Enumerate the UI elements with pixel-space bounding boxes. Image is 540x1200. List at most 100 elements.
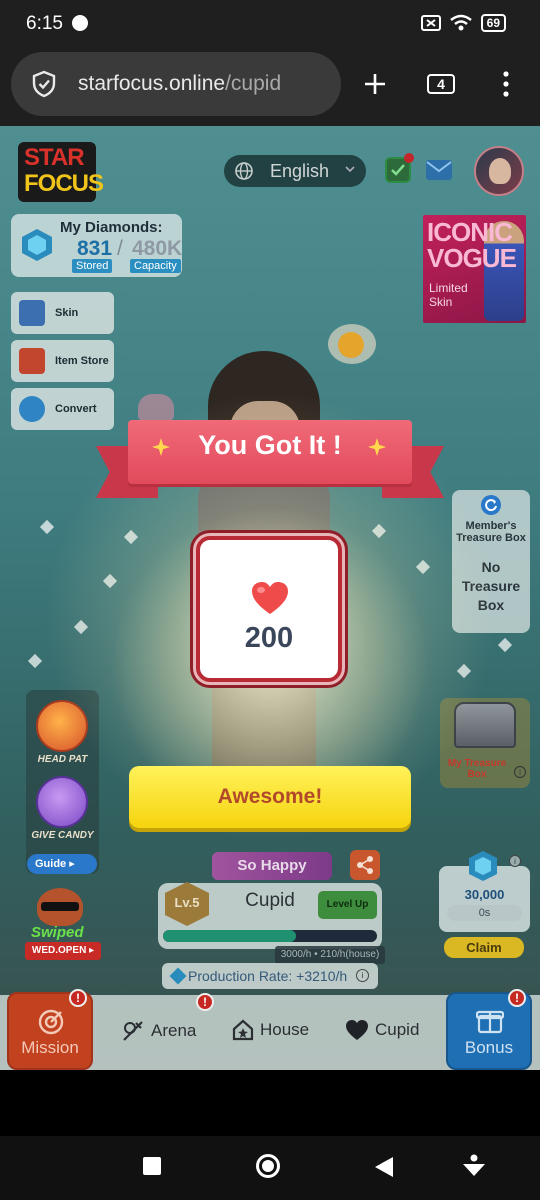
sparkle-icon: [39, 519, 55, 535]
logo-line1: STAR: [24, 144, 85, 171]
reward-title: You Got It !: [198, 430, 342, 460]
give-candy-button[interactable]: [36, 776, 88, 828]
head-pat-button[interactable]: [36, 700, 88, 752]
level-progress-bar: [163, 930, 377, 942]
target-icon: [38, 1009, 64, 1035]
info-icon[interactable]: i: [509, 855, 521, 867]
recents-icon[interactable]: [142, 1156, 162, 1176]
globe-icon: [235, 162, 253, 180]
guide-button[interactable]: Guide ▸: [27, 854, 97, 874]
status-bar: 6:15 69: [0, 0, 540, 48]
language-select[interactable]: English: [224, 155, 366, 187]
game-viewport: STAR FOCUS English My Diamonds: 831 / 48…: [0, 126, 540, 1070]
diamonds-card: My Diamonds: 831 / 480K Stored Capacity: [11, 214, 182, 277]
promo-subtitle: Limited Skin: [429, 281, 468, 309]
back-icon[interactable]: [374, 1156, 394, 1178]
sidebar-item-label: Item Store: [55, 355, 109, 367]
wifi-icon: [449, 14, 472, 31]
new-tab-icon[interactable]: [363, 72, 387, 96]
treasure-box-status: No Treasure Box: [452, 558, 530, 615]
share-icon: [357, 856, 373, 874]
diamonds-title: My Diamonds:: [60, 219, 163, 236]
arena-icon: [123, 1021, 143, 1041]
mail-icon[interactable]: [425, 159, 453, 181]
bonus-alert-badge: !: [508, 989, 526, 1007]
skin-icon: [19, 300, 45, 326]
treasure-box-title: Member's Treasure Box: [452, 520, 530, 544]
production-timer: 0s: [447, 905, 522, 921]
awesome-button[interactable]: Awesome!: [129, 766, 411, 828]
diamond-icon: [469, 851, 497, 881]
notification-dot: [404, 153, 414, 163]
tab-arena[interactable]: Arena: [121, 1019, 196, 1043]
promo-sub-line1: Limited: [429, 281, 468, 295]
star-focus-logo[interactable]: STAR FOCUS: [18, 142, 104, 202]
diamonds-capacity: 480K: [132, 237, 183, 260]
happy-face-icon: [338, 332, 364, 358]
logo-line2: FOCUS: [24, 170, 104, 197]
mission-alert-badge: !: [69, 989, 87, 1007]
sparkle-icon: [73, 619, 89, 635]
level-up-button[interactable]: Level Up: [318, 891, 377, 919]
mood-tag: So Happy: [212, 852, 332, 880]
treasure-chest-icon: [454, 702, 516, 748]
more-options-icon[interactable]: [502, 70, 510, 98]
user-avatar[interactable]: [474, 146, 524, 196]
tab-cupid[interactable]: Cupid: [345, 1019, 419, 1041]
production-value: 30,000: [464, 887, 505, 902]
my-treasure-box-button[interactable]: My Treasure Box i: [440, 698, 530, 788]
diamond-icon: [22, 229, 52, 261]
stored-label: Stored: [72, 259, 113, 273]
arena-alert-badge: !: [196, 993, 214, 1011]
accessibility-icon[interactable]: [462, 1154, 486, 1180]
member-treasure-box-card[interactable]: Member's Treasure Box No Treasure Box: [452, 490, 530, 633]
share-button[interactable]: [350, 850, 380, 880]
address-bar[interactable]: starfocus.online/cupid: [11, 52, 341, 116]
convert-icon: [19, 396, 45, 422]
promo-title-line2: VOGUE: [427, 243, 517, 273]
diamonds-stored: 831: [77, 237, 113, 260]
treasure-body-line1: No: [481, 559, 501, 575]
info-icon[interactable]: i: [356, 969, 369, 982]
treasure-body-line3: Box: [477, 597, 505, 613]
sparkle-icon: [27, 653, 43, 669]
browser-toolbar: starfocus.online/cupid 4: [0, 48, 540, 126]
blank-band: [0, 1070, 540, 1136]
diamond-icon: [169, 967, 187, 985]
capacity-label: Capacity: [130, 259, 181, 273]
tab-arena-label: Arena: [151, 1021, 197, 1040]
no-sim-icon: [420, 15, 441, 31]
treasure-body-line2: Treasure: [461, 578, 521, 594]
swiped-event-button[interactable]: Swiped WED.OPEN ▸: [23, 888, 103, 962]
store-icon: [19, 348, 45, 374]
sparkle-icon: [102, 573, 118, 589]
interaction-panel: HEAD PAT GIVE CANDY: [26, 690, 99, 874]
refresh-icon: [481, 495, 501, 515]
sidebar-item-skin[interactable]: Skin: [11, 292, 114, 334]
chevron-down-icon: [345, 166, 355, 173]
heart-icon: [346, 1020, 368, 1040]
tab-cupid-label: Cupid: [375, 1020, 420, 1039]
info-icon[interactable]: i: [514, 766, 526, 778]
diamonds-separator: /: [117, 237, 123, 260]
iconic-vogue-promo[interactable]: ICONIC VOGUE Limited Skin: [423, 215, 526, 323]
tab-switcher-button[interactable]: 4: [427, 74, 455, 94]
production-rate-bar: Production Rate: +3210/h i: [162, 963, 378, 989]
tab-house[interactable]: House: [232, 1019, 309, 1041]
reward-value: 200: [244, 622, 294, 654]
site-info-icon[interactable]: [31, 70, 57, 98]
reward-ribbon: You Got It !: [96, 416, 444, 512]
progress-text: 3000/h • 210/h(house): [275, 946, 385, 964]
tab-bonus-label: Bonus: [464, 1038, 514, 1057]
my-treasure-box-label: My Treasure Box: [444, 758, 510, 780]
url-host: starfocus.online: [78, 72, 226, 95]
gift-icon: [476, 1010, 504, 1034]
house-icon: [232, 1019, 254, 1041]
sidebar-item-item-store[interactable]: Item Store: [11, 340, 114, 382]
battery-indicator: 69: [480, 14, 506, 32]
sparkle-icon: [371, 523, 387, 539]
level-text: Lv.5: [174, 895, 200, 910]
sidebar-item-label: Convert: [55, 403, 97, 415]
home-icon[interactable]: [255, 1153, 281, 1179]
claim-button[interactable]: Claim: [444, 937, 524, 958]
